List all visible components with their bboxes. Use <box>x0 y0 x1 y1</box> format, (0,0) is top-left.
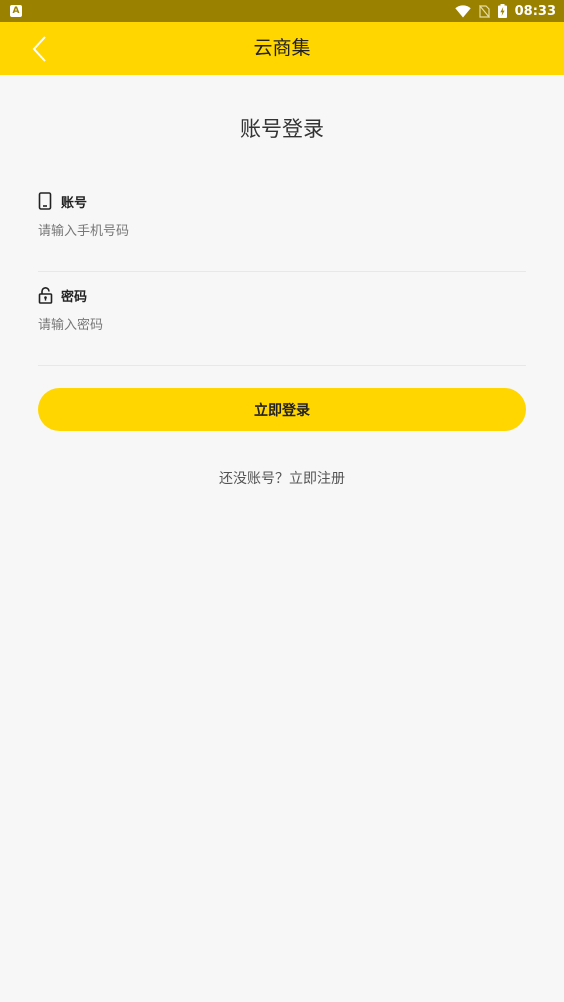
account-field: 账号 <box>38 191 526 272</box>
account-label-row: 账号 <box>38 191 87 211</box>
login-button[interactable]: 立即登录 <box>38 388 526 431</box>
status-bar: A 08:33 <box>0 0 564 22</box>
status-icons: 08:33 <box>454 0 556 22</box>
battery-charging-icon <box>497 4 507 18</box>
password-input[interactable] <box>38 313 526 337</box>
register-row: 还没账号？立即注册 <box>0 468 564 488</box>
account-input[interactable] <box>38 219 526 243</box>
app-title: 云商集 <box>253 37 311 59</box>
account-label: 账号 <box>61 195 88 211</box>
password-label-row: 密码 <box>38 285 87 305</box>
app-bar: 云商集 <box>0 22 564 75</box>
password-field: 密码 <box>38 285 526 366</box>
page-heading: 账号登录 <box>240 117 324 141</box>
register-prompt: 还没账号？ <box>219 471 289 487</box>
register-link[interactable]: 立即注册 <box>289 471 345 487</box>
no-sim-icon <box>478 4 490 18</box>
password-label: 密码 <box>61 289 88 305</box>
notification-app-icon: A <box>10 5 22 17</box>
wifi-icon <box>454 4 471 17</box>
back-button[interactable] <box>28 36 52 62</box>
chevron-left-icon <box>32 36 46 62</box>
phone-icon <box>38 191 56 211</box>
lock-icon <box>38 285 56 305</box>
status-time: 08:33 <box>514 3 556 19</box>
